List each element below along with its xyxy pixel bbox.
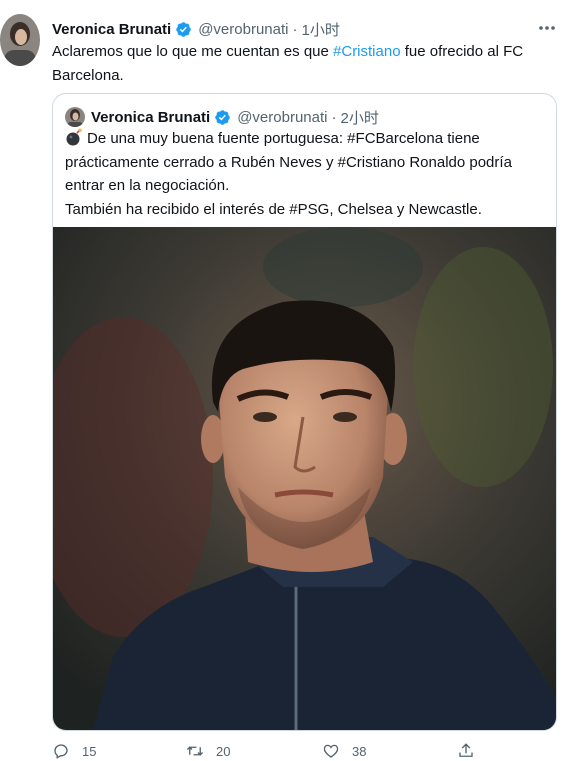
hashtag-link[interactable]: #Cristiano (333, 43, 401, 60)
timestamp[interactable]: 1小时 (301, 19, 339, 40)
author-name[interactable]: Veronica Brunati (52, 21, 171, 38)
quoted-timestamp[interactable]: 2小时 (340, 107, 378, 128)
quoted-tweet-header: Veronica Brunati @verobrunati · 2小时 (65, 106, 379, 128)
reply-icon (54, 744, 68, 759)
quoted-tweet-text: De una muy buena fuente portuguesa: #FCB… (65, 127, 545, 221)
share-button[interactable] (457, 741, 487, 761)
quoted-text-line1: De una muy buena fuente portuguesa: #FCB… (65, 130, 512, 194)
bomb-emoji-icon (65, 128, 83, 146)
retweet-count: 20 (216, 743, 231, 759)
tweet[interactable]: Veronica Brunati @verobrunati · 1小时 Acla… (0, 0, 567, 759)
like-icon (323, 744, 339, 758)
retweet-icon (187, 746, 203, 756)
separator: · (292, 20, 298, 38)
more-icon[interactable] (533, 18, 561, 38)
reply-count: 15 (82, 743, 97, 759)
quoted-text-line2: También ha recibido el interés de #PSG, … (65, 200, 482, 218)
like-button[interactable]: 38 (322, 741, 366, 761)
tweet-text-before: Aclaremos que lo que me cuentan es que (52, 43, 334, 60)
retweet-button[interactable]: 20 (186, 741, 230, 761)
like-count: 38 (352, 743, 367, 759)
verified-badge-icon (175, 21, 192, 38)
quoted-tweet-photo[interactable] (53, 227, 556, 730)
quoted-author-name[interactable]: Veronica Brunati (91, 109, 210, 126)
verified-badge-icon (214, 109, 231, 126)
quoted-tweet[interactable]: Veronica Brunati @verobrunati · 2小时 De u… (52, 93, 557, 731)
quoted-author-avatar[interactable] (65, 107, 85, 127)
quoted-author-handle[interactable]: @verobrunati (237, 109, 327, 126)
tweet-actions: 15 20 38 (52, 741, 522, 761)
author-avatar[interactable] (0, 14, 40, 66)
reply-button[interactable]: 15 (52, 741, 96, 761)
tweet-header: Veronica Brunati @verobrunati · 1小时 (52, 17, 340, 41)
separator: · (331, 108, 337, 126)
author-handle[interactable]: @verobrunati (198, 21, 288, 38)
tweet-text: Aclaremos que lo que me cuentan es que #… (52, 40, 552, 88)
share-icon (459, 743, 473, 757)
